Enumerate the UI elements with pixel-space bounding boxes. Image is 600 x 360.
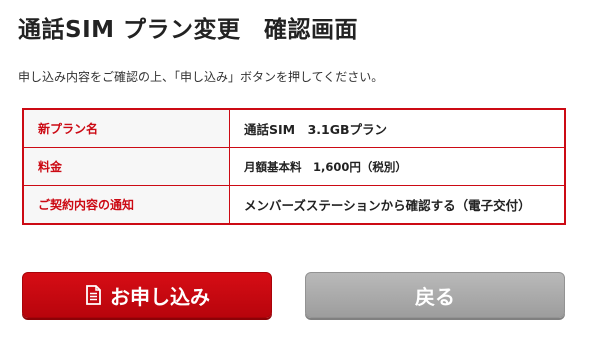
back-button-label: 戻る: [415, 284, 455, 309]
price-value: 月額基本料 1,600円（税別）: [229, 147, 566, 186]
apply-button[interactable]: お申し込み: [22, 272, 272, 318]
table-row: 料金 月額基本料 1,600円（税別）: [22, 147, 566, 186]
price-label: 料金: [22, 147, 230, 186]
apply-button-label: お申し込み: [110, 284, 210, 309]
document-icon: [84, 285, 102, 305]
back-button[interactable]: 戻る: [305, 272, 565, 318]
contract-notice-label: ご契約内容の通知: [22, 185, 230, 225]
intro-text: 申し込み内容をご確認の上、「申し込み」ボタンを押してください。: [18, 70, 384, 84]
summary-table: 新プラン名 通話SIM 3.1GBプラン 料金 月額基本料 1,600円（税別）…: [22, 108, 566, 225]
table-row: 新プラン名 通話SIM 3.1GBプラン: [22, 108, 566, 148]
plan-change-confirm-page: 通話SIM プラン変更 確認画面 申し込み内容をご確認の上、「申し込み」ボタンを…: [0, 0, 600, 360]
new-plan-value: 通話SIM 3.1GBプラン: [229, 108, 566, 148]
contract-notice-value: メンバーズステーションから確認する（電子交付）: [229, 185, 566, 225]
page-title: 通話SIM プラン変更 確認画面: [18, 17, 359, 43]
new-plan-label: 新プラン名: [22, 108, 230, 148]
table-row: ご契約内容の通知 メンバーズステーションから確認する（電子交付）: [22, 185, 566, 225]
